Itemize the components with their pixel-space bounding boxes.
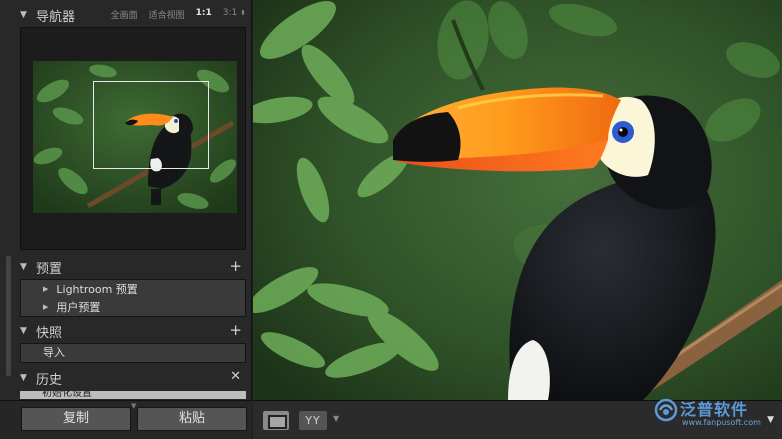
navigator-thumbnail[interactable] <box>33 61 237 213</box>
preset-folder-label: Lightroom 预置 <box>56 283 138 296</box>
snapshots-header[interactable]: ▼ 快照 + <box>20 320 246 342</box>
history-list: 初始化设置 <box>20 391 246 399</box>
watermark: 泛普软件 www.fanpusoft.com <box>652 396 777 436</box>
navigator-zoom-options: 全画面 适合视图 1:1 3:1 ⬍ <box>111 8 246 21</box>
copy-button[interactable]: 复制 <box>21 407 131 431</box>
loupe-view-button[interactable] <box>263 411 289 430</box>
zoom-option-1-1[interactable]: 1:1 <box>196 8 212 21</box>
toucan-photo <box>253 0 782 400</box>
snapshot-item[interactable]: 导入 <box>21 344 245 362</box>
navigator-header[interactable]: ▼ 导航器 全画面 适合视图 1:1 3:1 ⬍ <box>20 4 246 26</box>
panel-resize-handle-icon[interactable]: ▼ <box>131 402 136 410</box>
presets-title: 预置 <box>36 261 63 277</box>
snapshots-list: 导入 <box>20 343 246 363</box>
zoom-option-fill[interactable]: 全画面 <box>111 8 138 21</box>
collapse-triangle-icon: ▼ <box>20 373 27 383</box>
fanpu-logo-icon <box>654 398 678 422</box>
presets-header[interactable]: ▼ 预置 + <box>20 256 246 278</box>
collapse-triangle-icon: ▼ <box>20 326 27 336</box>
presets-list: ▶ Lightroom 预置 ▶ 用户预置 <box>20 279 246 317</box>
watermark-brand: 泛普软件 <box>680 400 749 419</box>
preset-folder-label: 用户预置 <box>56 301 101 314</box>
clear-history-icon[interactable]: ✕ <box>230 369 241 384</box>
paste-button[interactable]: 粘贴 <box>137 407 247 431</box>
history-title: 历史 <box>36 372 63 388</box>
preset-folder-lightroom[interactable]: ▶ Lightroom 预置 <box>21 280 245 298</box>
zoom-option-fit[interactable]: 适合视图 <box>149 8 185 21</box>
up-down-arrows-icon: ⬍ <box>240 9 246 17</box>
navigator-view-rectangle[interactable] <box>93 81 209 169</box>
compare-view-button[interactable]: YY <box>299 411 327 430</box>
navigator-preview <box>20 27 246 250</box>
history-header[interactable]: ▼ 历史 ✕ <box>20 367 246 389</box>
compare-dropdown-icon[interactable]: ▼ <box>333 414 339 423</box>
left-panel-scrollbar[interactable] <box>6 256 11 376</box>
left-panel-bottom-bar: ▼ 复制 粘贴 <box>0 400 252 439</box>
snapshots-title: 快照 <box>36 325 63 341</box>
add-preset-icon[interactable]: + <box>229 257 242 275</box>
history-item[interactable]: 初始化设置 <box>20 391 246 399</box>
collapse-triangle-icon: ▼ <box>20 262 27 272</box>
expand-triangle-icon: ▶ <box>43 285 49 293</box>
expand-triangle-icon: ▶ <box>43 303 49 311</box>
left-panel: ▼ 导航器 全画面 适合视图 1:1 3:1 ⬍ ▼ 预置 + ▶ Lightr… <box>0 0 252 439</box>
collapse-triangle-icon: ▼ <box>20 10 27 20</box>
preset-folder-user[interactable]: ▶ 用户预置 <box>21 298 245 316</box>
add-snapshot-icon[interactable]: + <box>229 321 242 339</box>
watermark-url: www.fanpusoft.com <box>682 418 761 427</box>
main-image-view[interactable] <box>253 0 782 400</box>
zoom-option-3-1[interactable]: 3:1 ⬍ <box>223 8 246 21</box>
navigator-title: 导航器 <box>36 9 76 25</box>
